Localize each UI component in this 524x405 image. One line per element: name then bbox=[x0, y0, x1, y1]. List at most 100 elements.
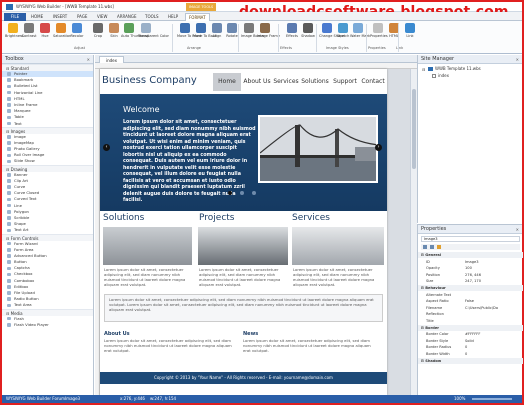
tab-page[interactable]: PAGE bbox=[74, 13, 90, 21]
site-page-item[interactable]: index bbox=[438, 73, 449, 78]
page-footer[interactable]: Copyright © 2013 by "Your Name" - All Ri… bbox=[100, 372, 387, 384]
property-value[interactable]: 100 bbox=[465, 265, 472, 271]
object-selector[interactable]: Image3 bbox=[421, 236, 520, 242]
services-image[interactable] bbox=[292, 227, 384, 265]
toolbox-item-text-art[interactable]: Text Art bbox=[2, 227, 93, 233]
site-title[interactable]: Business Company bbox=[102, 75, 197, 86]
ribbon-button-html[interactable]: HTML bbox=[386, 23, 402, 45]
close-icon[interactable]: ✕ bbox=[87, 55, 90, 64]
property-row[interactable]: Border Radius 0 bbox=[418, 344, 523, 350]
slide-next-arrow[interactable]: › bbox=[375, 144, 382, 151]
tab-arrange[interactable]: ARRANGE bbox=[114, 13, 140, 21]
doc-tab-index[interactable]: index bbox=[99, 56, 124, 63]
toolbox-item-flash-video-player[interactable]: Flash Video Player bbox=[2, 322, 93, 328]
tab-home[interactable]: HOME bbox=[28, 13, 46, 21]
ribbon-button-skin[interactable]: Skin bbox=[106, 23, 122, 45]
site-root-item[interactable]: WWB Template 11.wbs bbox=[435, 66, 481, 71]
toolbox-item-text[interactable]: Text bbox=[2, 121, 93, 127]
sort-icon[interactable] bbox=[423, 245, 427, 249]
ribbon-button-image-border[interactable]: Image Border bbox=[241, 23, 265, 45]
property-row[interactable]: Position 276, 446 bbox=[418, 272, 523, 278]
property-value[interactable]: Image3 bbox=[465, 259, 479, 265]
ribbon-button-shadow[interactable]: Shadow bbox=[300, 23, 316, 45]
nav-about-us[interactable]: About Us bbox=[243, 73, 271, 91]
ribbon-button-brightness[interactable]: Brightness bbox=[5, 23, 24, 45]
ribbon-button-saturation[interactable]: Saturation bbox=[53, 23, 71, 45]
vertical-scrollbar[interactable] bbox=[410, 69, 417, 395]
wide-text-box[interactable]: Lorem ipsum dolor sit amet, consectetuer… bbox=[104, 294, 383, 322]
nav-home[interactable]: Home bbox=[213, 73, 241, 91]
property-row[interactable]: Opacity 100 bbox=[418, 265, 523, 271]
ribbon-button-image-frame[interactable]: Image Frame bbox=[257, 23, 280, 45]
property-row[interactable]: Border Color #FFFFFF bbox=[418, 331, 523, 337]
property-row[interactable]: Border Width 0 bbox=[418, 351, 523, 357]
ribbon-button-transparent-color[interactable]: Transparent Color bbox=[138, 23, 169, 45]
ribbon-button-stretch[interactable]: Stretch bbox=[335, 23, 351, 45]
property-value[interactable]: 247, 170 bbox=[465, 278, 481, 284]
property-value[interactable]: 276, 446 bbox=[465, 272, 481, 278]
property-value[interactable]: False bbox=[465, 298, 474, 304]
bridge-image[interactable] bbox=[258, 115, 378, 183]
close-icon[interactable]: ✕ bbox=[516, 55, 519, 64]
tab-insert[interactable]: INSERT bbox=[50, 13, 70, 21]
property-category[interactable]: ⊟ Border bbox=[418, 324, 523, 331]
slide-prev-arrow[interactable]: ‹ bbox=[103, 144, 110, 151]
about-heading[interactable]: About Us bbox=[104, 331, 130, 337]
ribbon-button-change-shape[interactable]: Change Shape bbox=[319, 23, 344, 45]
property-category[interactable]: ⊟ Behaviour bbox=[418, 285, 523, 291]
tab-view[interactable]: VIEW bbox=[94, 13, 110, 21]
solutions-image[interactable] bbox=[103, 227, 192, 265]
projects-heading[interactable]: Projects bbox=[199, 213, 234, 223]
toolbox-section-media[interactable]: ⊟ Media bbox=[2, 308, 93, 316]
toolbox-item-text-area[interactable]: Text Area bbox=[2, 302, 93, 308]
zoom-slider[interactable] bbox=[472, 398, 512, 400]
ribbon-button-contrast[interactable]: Contrast bbox=[21, 23, 37, 45]
category-icon[interactable] bbox=[430, 245, 434, 249]
tab-file[interactable]: FILE bbox=[4, 13, 26, 21]
expand-icon[interactable]: ⊟ bbox=[422, 67, 425, 72]
ribbon-button-auto-thumbnail[interactable]: Auto Thumbnail bbox=[121, 23, 149, 45]
property-row[interactable]: Aspect Ratio False bbox=[418, 298, 523, 304]
ribbon-button-crop[interactable]: Crop bbox=[90, 23, 106, 45]
toolbox-section-form-controls[interactable]: ⊟ Form Controls bbox=[2, 233, 93, 241]
property-row[interactable]: Reflection bbox=[418, 311, 523, 317]
ribbon-button-recolor[interactable]: Recolor bbox=[69, 23, 85, 45]
slide-dot-1[interactable] bbox=[228, 191, 232, 195]
services-heading[interactable]: Services bbox=[292, 213, 330, 223]
nav-contact[interactable]: Contact bbox=[359, 73, 387, 91]
toolbox-item-slide-show[interactable]: Slide Show bbox=[2, 158, 93, 164]
property-category[interactable]: ⊟ General bbox=[418, 252, 523, 258]
events-icon[interactable] bbox=[437, 245, 441, 249]
ribbon-button-properties[interactable]: Properties bbox=[370, 23, 388, 45]
toolbox-section-images[interactable]: ⊟ Images bbox=[2, 126, 93, 134]
property-row[interactable]: Alternate Text bbox=[418, 292, 523, 298]
ribbon-button-move-to-back[interactable]: Move To Back bbox=[193, 23, 217, 45]
property-row[interactable]: Border Style Solid bbox=[418, 338, 523, 344]
solutions-heading[interactable]: Solutions bbox=[103, 213, 144, 223]
about-text[interactable]: Lorem ipsum dolor sit amet, consectetuer… bbox=[104, 338, 234, 353]
design-page[interactable]: Business Company Home About Us Services … bbox=[100, 69, 387, 395]
property-value[interactable]: 0 bbox=[465, 351, 467, 357]
tab-format[interactable]: FORMAT bbox=[185, 13, 210, 21]
projects-image[interactable] bbox=[198, 227, 288, 265]
status-forum-link[interactable]: WYSIWYG Web Builder Forum bbox=[6, 395, 65, 403]
projects-text[interactable]: Lorem ipsum dolor sit amet, consectetuer… bbox=[199, 267, 289, 287]
slide-dot-3[interactable] bbox=[252, 191, 256, 195]
hero-slideshow[interactable]: Welcome Lorem ipsum dolor sit amet, cons… bbox=[100, 94, 387, 211]
property-value[interactable]: Solid bbox=[465, 338, 474, 344]
ribbon-button-move-to-front[interactable]: Move To Front bbox=[177, 23, 201, 45]
property-row[interactable]: ID Image3 bbox=[418, 259, 523, 265]
tab-help[interactable]: HELP bbox=[165, 13, 181, 21]
services-text[interactable]: Lorem ipsum dolor sit amet, consectetuer… bbox=[293, 267, 383, 287]
property-row[interactable]: Size 247, 170 bbox=[418, 278, 523, 284]
nav-services[interactable]: Services bbox=[272, 73, 300, 91]
property-row[interactable]: Filename C:\Users\Public\Do bbox=[418, 305, 523, 311]
property-value[interactable]: 0 bbox=[465, 344, 467, 350]
property-value[interactable]: C:\Users\Public\Do bbox=[465, 305, 498, 311]
scrollbar-thumb[interactable] bbox=[412, 89, 416, 169]
news-text[interactable]: Lorem ipsum dolor sit amet, consectetuer… bbox=[243, 338, 373, 353]
toolbox-section-drawing[interactable]: ⊟ Drawing bbox=[2, 164, 93, 172]
nav-solutions[interactable]: Solutions bbox=[301, 73, 329, 91]
property-value[interactable]: #FFFFFF bbox=[465, 331, 480, 337]
tab-tools[interactable]: TOOLS bbox=[142, 13, 162, 21]
